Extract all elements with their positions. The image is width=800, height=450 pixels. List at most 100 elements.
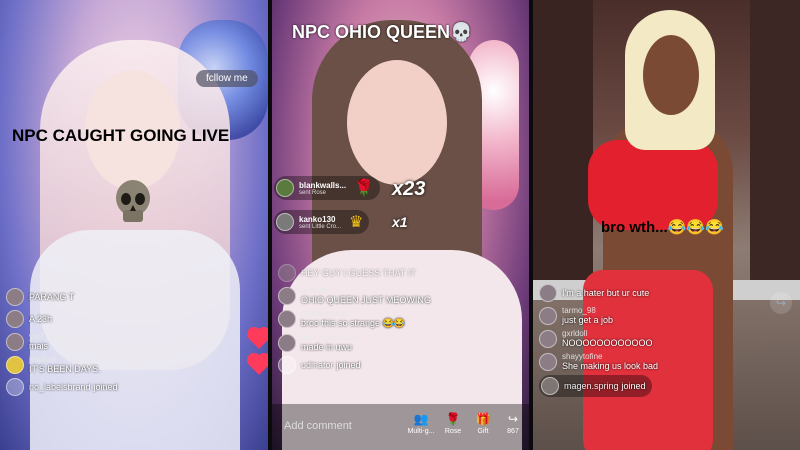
gift-count: x1 [392,214,408,230]
avatar [278,310,296,328]
crown-icon: ♛ [349,214,364,231]
comment-username: udinator [301,360,334,370]
list-item: gxrldoll NOOOOOOOOOOOO [539,329,759,348]
live-panel-2: NPC OHIO QUEEN💀 blankwalls... sent Rose … [272,0,529,450]
wave-icon [278,356,296,374]
gift-action: sent Rose [299,189,327,196]
comment-text: made in uwu [301,342,353,352]
comment-username: no_labelsbrand [29,382,91,392]
avatar [539,329,557,348]
list-item: jellobab IT'S BEEN DAYS. [6,355,256,374]
comment-text: HEY GUY I GUESS THAT IT [301,268,416,278]
gift-notification: kanko130 sent Little Cro... ♛ x1 [274,210,408,234]
gift-count: x23 [392,178,426,200]
gift-sender: kanko130 [299,214,336,224]
video-caption: bro wth...😂😂😂 [601,219,724,236]
tool-label: Gift [477,428,489,435]
list-item: tarmo_98 just get a job [539,306,759,325]
join-notice: magen.spring joined [539,375,759,397]
caption-text: NPC OHIO QUEEN [292,22,451,42]
comment-text: IT'S BEEN DAYS. [29,364,101,374]
share-icon[interactable]: ↪ [770,292,792,314]
share-icon: ↪ [507,412,519,426]
list-item: cristianbornot broo this so strange 😂😂 [278,309,523,329]
list-item: HEY GUY I GUESS THAT IT [278,264,523,282]
avatar [6,310,24,328]
comment-username: jellobab [29,355,57,364]
tool-label: Multi-g... [407,428,435,435]
share-count: 867 [507,428,519,435]
wave-icon [541,377,559,395]
streamer-face [643,35,699,115]
comment-username: gxrldoll [562,329,588,338]
comment-username: ym7_go [29,332,58,341]
kitchen-cabinet [750,0,800,300]
comment-text: joined [336,360,361,370]
avatar [539,284,557,302]
comment-username: shayytofine [562,352,603,361]
avatar [539,352,557,371]
comment-username: magen.spring [564,381,619,391]
list-item: I'm a hater but ur cute [539,284,759,302]
list-item: ym7_go mais [6,332,256,351]
list-item: prvtruby OHIO QUEEN JUST MEOWING [278,286,523,305]
comment-text: She making us look bad [562,361,659,371]
gift-button[interactable]: 🎁 Gift [468,412,498,435]
streamer-top [588,140,718,230]
comment-text: broo this so strange 😂😂 [301,318,405,328]
rose-icon: 🌹 [354,180,375,197]
wave-icon [6,378,24,396]
avatar [539,306,557,325]
comment-username: prvtruby [301,286,330,295]
comment-feed: I'm a hater but ur cute tarmo_98 just ge… [539,284,759,401]
kitchen-cabinet [533,0,593,300]
avatar [6,288,24,306]
avatar [276,213,294,231]
gift-bubble: kanko130 sent Little Cro... ♛ [274,210,370,234]
avatar [6,355,24,374]
comment-username: cristianbornot [301,309,350,318]
avatar [278,286,296,305]
comment-username: dancingslvt.com [301,333,359,342]
live-panel-3: bro wth...😂😂😂 I'm a hater but ur cute ta… [533,0,800,450]
follow-me-button[interactable]: fcllow me [196,70,258,87]
live-panel-1: fcllow me NPC CAUGHT GOING LIVE PARANG T… [0,0,268,450]
gift-sender: blankwalls... [299,180,347,190]
skull-icon: 💀 [450,22,473,42]
live-bottom-bar: Add comment 👥 Multi-g... 🌹 Rose 🎁 Gift ↪… [272,404,529,450]
comment-text: PARANG T [29,292,75,302]
gift-bubble: blankwalls... sent Rose 🌹 [274,176,381,200]
skull-icon [112,178,154,226]
multi-guest-icon: 👥 [413,412,429,426]
avatar [278,333,296,352]
list-item: A 23h [6,310,256,328]
comment-feed: PARANG T A 23h ym7_go mais jellobab IT'S… [6,288,256,400]
avatar [6,332,24,351]
join-notice: udinator joined [278,356,523,374]
list-item: dancingslvt.com made in uwu [278,333,523,352]
avatar [276,179,294,197]
comment-username: tarmo_98 [562,306,596,315]
list-item: shayytofine She making us look bad [539,352,759,371]
comment-feed: HEY GUY I GUESS THAT IT prvtruby OHIO QU… [278,264,523,378]
streamer-face [347,60,447,185]
join-notice: no_labelsbrand joined [6,378,256,396]
rose-button[interactable]: 🌹 Rose [438,412,468,435]
comment-text: mais [29,341,49,351]
join-bubble: magen.spring joined [539,375,652,397]
add-comment-input[interactable]: Add comment [284,420,352,432]
gift-icon: 🎁 [475,412,491,426]
rose-icon: 🌹 [445,412,461,426]
gift-notification: blankwalls... sent Rose 🌹 x23 [274,176,425,200]
multi-guest-button[interactable]: 👥 Multi-g... [406,412,436,435]
share-button[interactable]: ↪ 867 [498,412,528,435]
comment-text: joined [621,381,646,391]
gift-action: sent Little Cro... [299,223,342,230]
comment-text: I'm a hater but ur cute [562,288,650,298]
avatar [278,264,296,282]
comment-text: joined [93,382,118,392]
list-item: PARANG T [6,288,256,306]
comment-text: NOOOOOOOOOOOO [562,338,653,348]
comment-text: just get a job [562,315,614,325]
comment-text: A 23h [29,314,53,324]
